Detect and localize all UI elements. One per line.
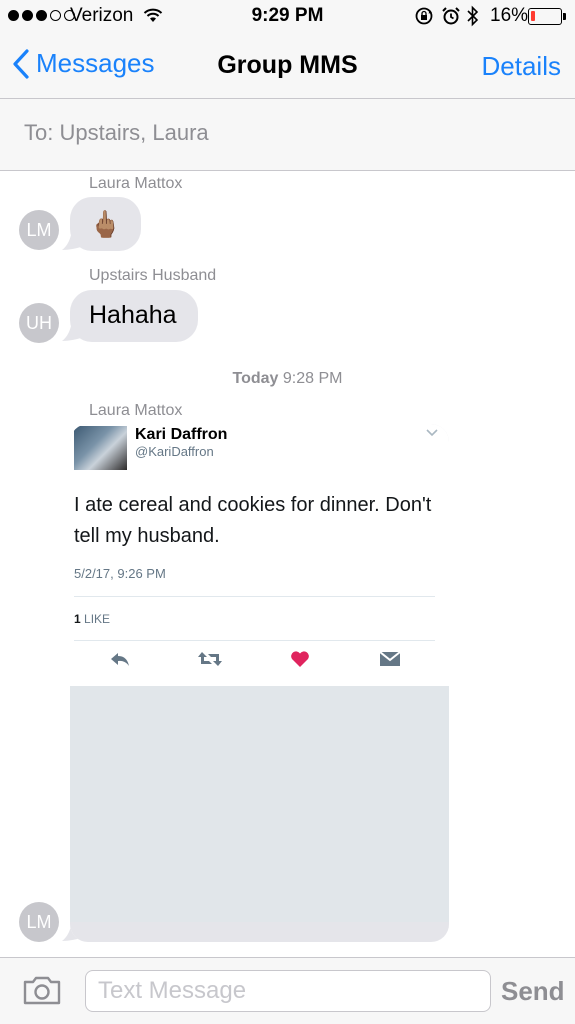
send-button[interactable]: Send [501, 976, 565, 1007]
like-label: LIKE [84, 612, 111, 626]
timestamp-time: 9:28 PM [282, 370, 343, 387]
battery-icon [528, 8, 562, 25]
direct-message-icon[interactable] [379, 650, 401, 673]
heart-icon[interactable] [290, 650, 310, 673]
recipients-field[interactable]: To: Upstairs, Laura [0, 99, 575, 171]
retweet-icon[interactable] [197, 650, 223, 673]
bluetooth-icon [466, 5, 480, 32]
tweet-author-handle[interactable]: @KariDaffron [135, 444, 214, 459]
sender-name: Laura Mattox [89, 402, 183, 419]
battery-percent: 16% [490, 5, 529, 26]
timestamp-day: Today [232, 370, 279, 387]
navigation-bar: Messages Group MMS Details [0, 34, 575, 99]
tweet-likes[interactable]: 1 LIKE [74, 612, 110, 626]
sender-name: Upstairs Husband [89, 267, 217, 284]
message-text: Hahaha [89, 301, 177, 329]
details-button[interactable]: Details [482, 51, 561, 82]
tweet-author-avatar[interactable] [74, 426, 127, 470]
bubble-bottom-padding [70, 922, 449, 942]
divider [74, 596, 435, 597]
like-count: 1 [74, 612, 81, 626]
message-input-bar: Send [0, 957, 575, 1024]
avatar[interactable]: LM [19, 902, 59, 942]
reply-icon[interactable] [109, 650, 131, 673]
camera-icon[interactable] [22, 976, 62, 1011]
chevron-down-icon[interactable] [425, 428, 439, 438]
alarm-icon [441, 6, 461, 31]
message-emoji: 🖕🏽 [89, 209, 122, 239]
avatar[interactable]: UH [19, 303, 59, 343]
message-bubble[interactable]: Hahaha [70, 290, 198, 342]
lock-rotation-icon [414, 6, 434, 31]
tweet-card[interactable]: Kari Daffron @KariDaffron I ate cereal a… [70, 424, 449, 942]
divider [74, 640, 435, 641]
avatar[interactable]: LM [19, 210, 59, 250]
tweet-media-placeholder[interactable] [70, 686, 449, 922]
status-time: 9:29 PM [251, 5, 324, 26]
tweet-actions [74, 650, 435, 676]
recipients-text: To: Upstairs, Laura [24, 120, 209, 145]
message-text-input[interactable] [85, 970, 491, 1012]
sender-name: Laura Mattox [89, 175, 183, 192]
battery-tip [563, 13, 566, 20]
tweet-text: I ate cereal and cookies for dinner. Don… [74, 494, 432, 547]
battery-level-fill [531, 11, 535, 21]
status-bar: Verizon 9:29 PM 16% [0, 0, 575, 34]
tweet-author-name[interactable]: Kari Daffron [135, 426, 227, 444]
conversation-timestamp: Today 9:28 PM [0, 370, 575, 388]
message-bubble[interactable]: 🖕🏽 [70, 197, 141, 251]
tweet-date[interactable]: 5/2/17, 9:26 PM [74, 566, 166, 581]
